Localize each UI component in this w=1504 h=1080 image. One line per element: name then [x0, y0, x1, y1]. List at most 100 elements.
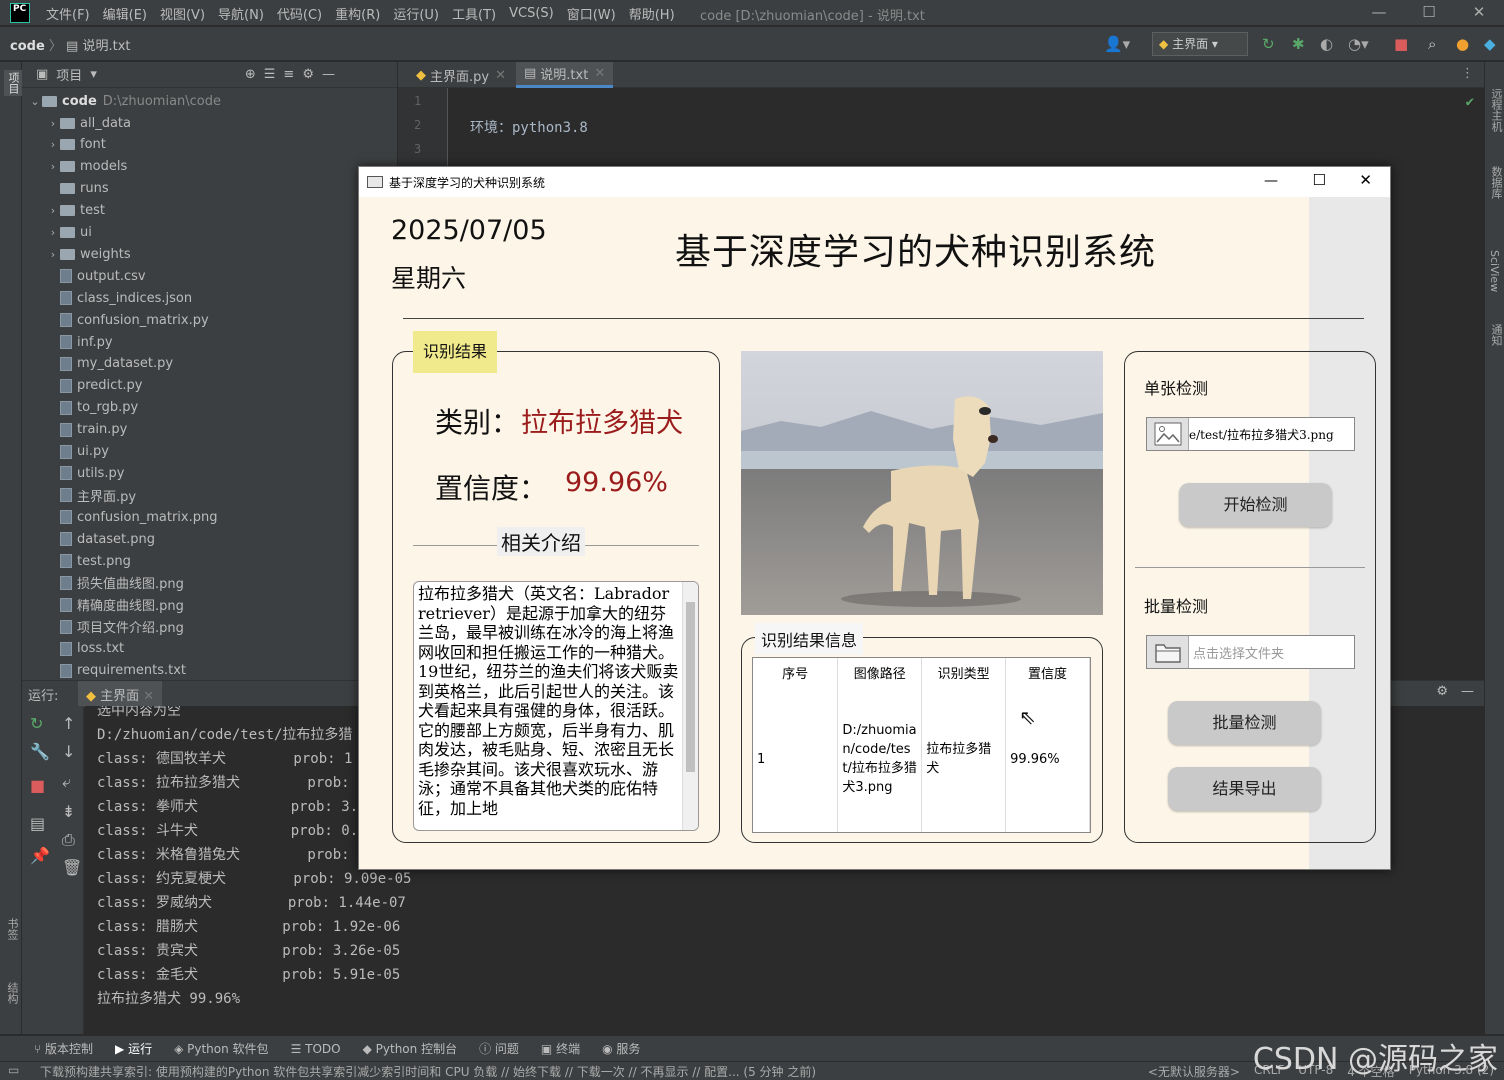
tree-item[interactable]: confusion_matrix.png — [46, 506, 218, 528]
trash-icon[interactable]: 🗑 — [62, 858, 82, 877]
close-icon[interactable]: ✕ — [143, 689, 154, 704]
table-header-cell[interactable]: 置信度 — [1005, 658, 1090, 686]
collapse-all-icon[interactable]: ≡ — [283, 67, 294, 82]
structure-tool-tab[interactable]: 结构 — [4, 982, 20, 1004]
tree-item[interactable]: loss.txt — [46, 638, 124, 660]
tree-item[interactable]: 项目文件介绍.png — [46, 616, 184, 638]
debug-icon[interactable]: ✱ — [1292, 35, 1305, 53]
menu-item[interactable]: 帮助(H) — [629, 4, 675, 23]
tree-item[interactable]: › all_data — [46, 112, 131, 134]
tree-item[interactable]: inf.py — [46, 331, 113, 353]
image-icon[interactable] — [1147, 418, 1189, 450]
tool-window-button[interactable]: ◉ 服务 — [602, 1040, 640, 1057]
rerun-icon[interactable]: ↻ — [30, 714, 43, 733]
tree-root[interactable]: ⌄ code D:\zhuomian\code — [28, 90, 221, 112]
tree-item[interactable]: confusion_matrix.py — [46, 309, 209, 331]
menu-item[interactable]: 工具(T) — [452, 4, 496, 23]
table-header-cell[interactable]: 序号 — [753, 658, 839, 686]
tree-item[interactable]: › weights — [46, 243, 131, 265]
tree-item[interactable]: 主界面.py — [46, 484, 136, 506]
close-icon[interactable]: ✕ — [1359, 171, 1372, 189]
database-tab[interactable]: 数据库 — [1488, 166, 1504, 199]
tree-item[interactable]: my_dataset.py — [46, 353, 173, 375]
tree-item[interactable]: › ui — [46, 222, 92, 244]
status-item[interactable]: <无默认服务器> — [1148, 1063, 1240, 1080]
status-message[interactable]: 下载预构建共享索引: 使用预构建的Python 软件包共享索引减少索引时间和 C… — [40, 1063, 816, 1080]
tree-item[interactable]: test.png — [46, 550, 131, 572]
tab-readme-txt[interactable]: ▤ 说明.txt ✕ — [516, 62, 614, 88]
run-config-select[interactable]: ◆ 主界面 ▾ — [1152, 32, 1248, 56]
pin-icon[interactable]: 📌 — [30, 846, 50, 865]
stop-icon[interactable]: ■ — [1394, 35, 1408, 53]
export-results-button[interactable]: 结果导出 — [1168, 767, 1321, 811]
menu-item[interactable]: 导航(N) — [218, 4, 264, 23]
intro-textbox[interactable]: 拉布拉多猎犬（英文名：Labrador retriever）是起源于加拿大的纽芬… — [413, 581, 699, 831]
arrow-down-icon[interactable]: ↓ — [62, 742, 75, 761]
profile-icon[interactable]: ◔▾ — [1348, 35, 1369, 53]
close-icon[interactable]: ✕ — [495, 68, 506, 83]
remote-host-tab[interactable]: 远程主机 — [1488, 88, 1504, 132]
stop-icon[interactable]: ■ — [30, 776, 45, 795]
update-icon[interactable]: ● — [1456, 35, 1469, 53]
tree-item[interactable]: 损失值曲线图.png — [46, 572, 184, 594]
tree-item[interactable]: utils.py — [46, 462, 124, 484]
chevron-down-icon[interactable]: ▾ — [90, 67, 97, 82]
tool-window-button[interactable]: ◆ Python 控制台 — [363, 1040, 457, 1057]
hide-icon[interactable]: — — [322, 67, 335, 82]
close-icon[interactable]: ✕ — [1454, 0, 1504, 26]
tab-main-py[interactable]: ◆ 主界面.py ✕ — [408, 62, 514, 88]
tree-item[interactable]: dataset.png — [46, 528, 155, 550]
single-image-input[interactable]: e/test/拉布拉多猎犬3.png — [1146, 417, 1355, 451]
tool-window-button[interactable]: ⑂ 版本控制 — [34, 1040, 93, 1057]
chevron-right-icon[interactable]: › — [46, 160, 60, 173]
maximize-icon[interactable]: ☐ — [1313, 171, 1326, 189]
start-detect-button[interactable]: 开始检测 — [1179, 483, 1332, 527]
chevron-right-icon[interactable]: › — [46, 117, 60, 130]
project-tool-tab[interactable]: 项目 — [4, 70, 22, 96]
maximize-icon[interactable]: ☐ — [1404, 0, 1454, 26]
table-header-cell[interactable]: 识别类型 — [921, 658, 1007, 686]
tree-item[interactable]: › font — [46, 134, 106, 156]
breadcrumb-root[interactable]: code — [10, 39, 45, 54]
batch-detect-button[interactable]: 批量检测 — [1168, 701, 1321, 745]
menu-item[interactable]: 视图(V) — [160, 4, 205, 23]
menu-item[interactable]: 编辑(E) — [103, 4, 147, 23]
locate-icon[interactable]: ⊕ — [245, 67, 256, 82]
run-tab[interactable]: ◆ 主界面 ✕ — [78, 681, 163, 707]
tree-item[interactable]: output.csv — [46, 265, 146, 287]
table-header-cell[interactable]: 图像路径 — [837, 658, 923, 686]
wrench-icon[interactable]: 🔧 — [30, 742, 50, 761]
tree-item[interactable]: class_indices.json — [46, 287, 192, 309]
menu-item[interactable]: 运行(U) — [393, 4, 439, 23]
chevron-right-icon[interactable]: › — [46, 204, 60, 217]
breadcrumb-file[interactable]: 说明.txt — [82, 39, 130, 54]
coverage-icon[interactable]: ◐ — [1320, 35, 1333, 53]
tree-item[interactable]: › test — [46, 200, 105, 222]
tool-window-button[interactable]: ☰ TODO — [291, 1042, 341, 1056]
folder-icon[interactable] — [1147, 636, 1189, 668]
menu-item[interactable]: 重构(R) — [335, 4, 380, 23]
layout-icon[interactable]: ▤ — [30, 814, 45, 833]
tree-item[interactable]: ui.py — [46, 441, 109, 463]
chevron-right-icon[interactable]: › — [46, 248, 60, 261]
tree-item[interactable]: to_rgb.py — [46, 397, 138, 419]
menu-item[interactable]: 文件(F) — [46, 4, 90, 23]
tree-item[interactable]: 精确度曲线图.png — [46, 594, 184, 616]
tool-window-button[interactable]: ▣ 终端 — [541, 1040, 580, 1057]
tree-item[interactable]: › models — [46, 156, 127, 178]
more-icon[interactable]: ⋮ — [1461, 66, 1474, 81]
menu-item[interactable]: VCS(S) — [509, 6, 554, 21]
table-row[interactable]: 1 D:/zhuomian/code/test/拉布拉多猎犬3.png 拉布拉多猎犬… — [753, 686, 1090, 832]
chevron-right-icon[interactable]: › — [46, 226, 60, 239]
expand-all-icon[interactable]: ☰ — [264, 67, 276, 82]
chevron-down-icon[interactable]: ⌄ — [28, 95, 42, 108]
print-icon[interactable]: ⎙ — [62, 830, 75, 850]
result-table[interactable]: 序号 图像路径 识别类型 置信度 1 D:/zhuomian/code/test/拉布拉… — [752, 657, 1091, 833]
status-window-icon[interactable]: ▭ — [8, 1063, 19, 1077]
notifications-tab[interactable]: 通知 — [1488, 324, 1504, 346]
minimize-icon[interactable]: — — [1354, 0, 1404, 26]
user-icon[interactable]: 👤▾ — [1104, 35, 1130, 53]
scrollbar-thumb[interactable] — [686, 602, 695, 772]
search-icon[interactable]: ⌕ — [1428, 35, 1436, 53]
rerun-icon[interactable]: ↻ — [1262, 35, 1275, 53]
